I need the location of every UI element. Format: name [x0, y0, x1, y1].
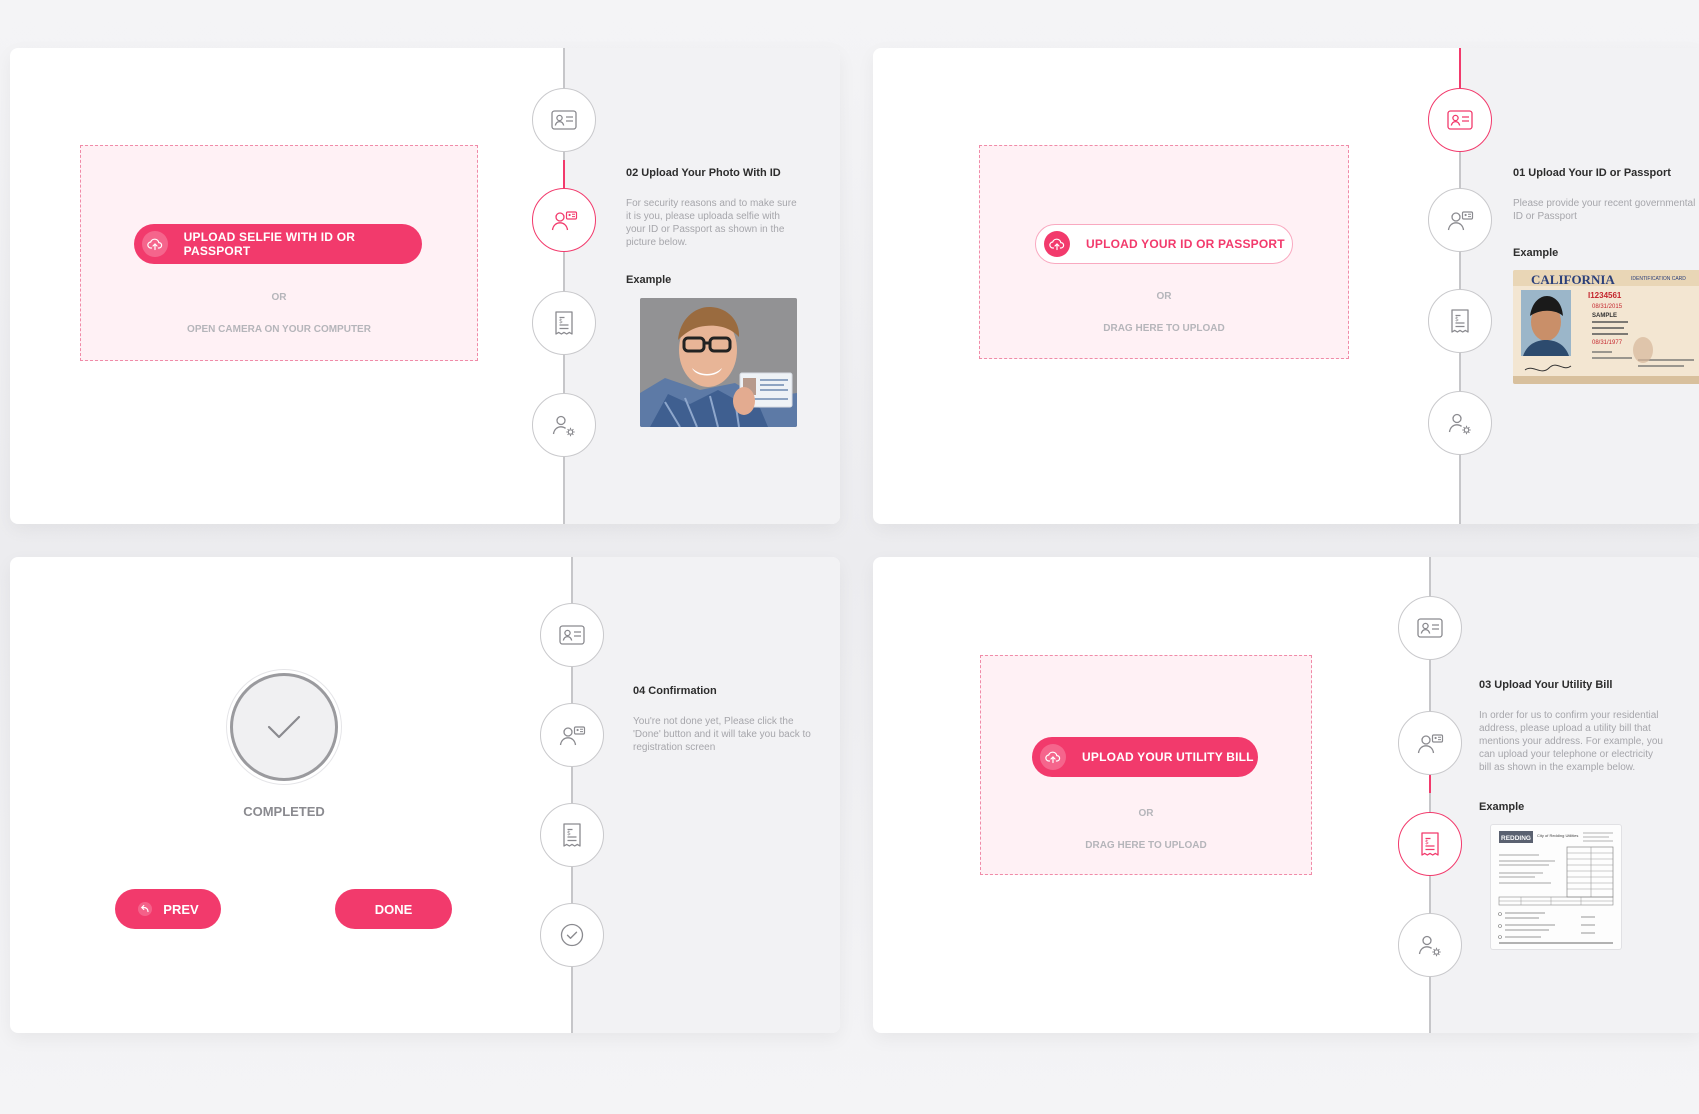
step-title: 03 Upload Your Utility Bill — [1479, 679, 1613, 691]
id-example-image: CALIFORNIA IDENTIFICATION CARD I1234561 … — [1513, 270, 1699, 384]
drag-upload-hint: DRAG HERE TO UPLOAD — [1085, 840, 1207, 851]
step-utility-bill[interactable]: $ — [1398, 812, 1462, 876]
license-name: SAMPLE — [1592, 313, 1617, 319]
user-settings-icon — [552, 415, 575, 437]
step-selfie[interactable] — [540, 703, 604, 767]
cloud-upload-icon — [1044, 231, 1070, 257]
selfie-example-image — [640, 298, 797, 427]
completed-label: COMPLETED — [243, 804, 325, 819]
step-confirmation[interactable] — [540, 903, 604, 967]
step-description: For security reasons and to make sure it… — [626, 198, 797, 248]
example-label: Example — [1513, 247, 1559, 259]
step-description: In order for us to confirm your resident… — [1479, 710, 1663, 773]
step-utility-bill[interactable]: $ — [540, 803, 604, 867]
svg-text:$: $ — [1455, 316, 1459, 323]
step-title: 04 Confirmation — [633, 685, 717, 697]
step-description: Please provide your recent governmental … — [1513, 198, 1696, 222]
steps-sidebar: $ 01 Upload Your ID or Passport Please p… — [1428, 48, 1699, 524]
utility-bill-dropzone[interactable]: UPLOAD YOUR UTILITY BILL OR DRAG HERE TO… — [980, 655, 1312, 875]
license-dob: 08/31/1977 — [1592, 340, 1623, 346]
step-selfie[interactable] — [1428, 188, 1492, 252]
step-description: You're not done yet, Please click the 'D… — [633, 716, 811, 753]
utility-bill-icon: $ — [555, 311, 573, 335]
step-id-card[interactable] — [532, 88, 596, 152]
selfie-with-id-icon — [1447, 211, 1474, 231]
checkmark-icon — [560, 923, 584, 947]
bill-brand: REDDING — [1501, 835, 1531, 842]
step-selfie[interactable] — [532, 188, 596, 252]
or-separator: OR — [1138, 808, 1154, 819]
steps-sidebar: $ 02 Upload Your Photo With ID For secur… — [532, 48, 840, 524]
utility-bill-icon: $ — [1421, 832, 1439, 856]
license-tag: IDENTIFICATION CARD — [1631, 276, 1686, 282]
or-separator: OR — [1156, 291, 1172, 302]
upload-utility-bill-button[interactable]: UPLOAD YOUR UTILITY BILL — [1032, 737, 1258, 777]
example-label: Example — [626, 274, 672, 286]
upload-selfie-button[interactable]: UPLOAD SELFIE WITH ID OR PASSPORT — [134, 224, 422, 264]
utility-bill-example-image: REDDING City of Redding Utilities — [1491, 825, 1621, 949]
done-button[interactable]: DONE — [335, 889, 452, 929]
cloud-upload-icon — [1040, 744, 1066, 770]
step-utility-bill[interactable]: $ — [1428, 289, 1492, 353]
or-separator: OR — [271, 292, 287, 303]
completed-indicator — [230, 673, 338, 781]
confirmation-panel: COMPLETED PREV DONE $ 04 Confirmation Yo… — [10, 557, 840, 1033]
id-upload-panel: UPLOAD YOUR ID OR PASSPORT OR DRAG HERE … — [873, 48, 1699, 524]
step-id-card[interactable] — [1398, 596, 1462, 660]
checkmark-icon — [267, 715, 301, 739]
step-title: 01 Upload Your ID or Passport — [1513, 167, 1671, 179]
steps-sidebar: $ 03 Upload Your Utility Bill In order f… — [1398, 557, 1699, 1033]
prev-button[interactable]: PREV — [115, 889, 221, 929]
prev-label: PREV — [163, 901, 199, 917]
step-id-card[interactable] — [1428, 88, 1492, 152]
step-user-settings[interactable] — [1428, 391, 1492, 455]
drag-upload-hint: DRAG HERE TO UPLOAD — [1103, 323, 1225, 334]
utility-bill-panel: UPLOAD YOUR UTILITY BILL OR DRAG HERE TO… — [873, 557, 1699, 1033]
upload-id-button[interactable]: UPLOAD YOUR ID OR PASSPORT — [1035, 224, 1293, 264]
utility-bill-icon: $ — [1451, 309, 1469, 333]
id-card-icon — [1417, 618, 1443, 638]
upload-id-label: UPLOAD YOUR ID OR PASSPORT — [1086, 237, 1285, 251]
id-card-icon — [551, 110, 577, 130]
selfie-with-id-icon — [559, 726, 586, 746]
step-title: 02 Upload Your Photo With ID — [626, 167, 781, 179]
step-user-settings[interactable] — [532, 393, 596, 457]
selfie-dropzone[interactable]: UPLOAD SELFIE WITH ID OR PASSPORT OR OPE… — [80, 145, 478, 361]
step-user-settings[interactable] — [1398, 913, 1462, 977]
id-dropzone[interactable]: UPLOAD YOUR ID OR PASSPORT OR DRAG HERE … — [979, 145, 1349, 359]
cloud-upload-icon — [142, 231, 168, 257]
utility-bill-icon: $ — [563, 823, 581, 847]
step-id-card[interactable] — [540, 603, 604, 667]
svg-text:$: $ — [567, 830, 571, 837]
svg-text:$: $ — [559, 318, 563, 325]
upload-selfie-label: UPLOAD SELFIE WITH ID OR PASSPORT — [183, 230, 356, 258]
selfie-upload-panel: UPLOAD SELFIE WITH ID OR PASSPORT OR OPE… — [10, 48, 840, 524]
open-camera-link[interactable]: OPEN CAMERA ON YOUR COMPUTER — [81, 324, 477, 335]
done-label: DONE — [374, 901, 413, 917]
bill-heading: City of Redding Utilities — [1537, 833, 1578, 838]
step-selfie[interactable] — [1398, 711, 1462, 775]
svg-text:$: $ — [1425, 839, 1429, 846]
selfie-with-id-icon — [1417, 734, 1444, 754]
user-settings-icon — [1418, 935, 1441, 957]
license-exp: 08/31/2015 — [1592, 304, 1623, 310]
user-settings-icon — [1448, 413, 1471, 435]
license-state: CALIFORNIA — [1531, 272, 1615, 287]
example-label: Example — [1479, 801, 1525, 813]
id-card-icon — [1447, 110, 1473, 130]
back-arrow-icon — [138, 902, 153, 916]
license-number: I1234561 — [1588, 291, 1622, 300]
upload-utility-bill-label: UPLOAD YOUR UTILITY BILL — [1082, 750, 1254, 764]
selfie-with-id-icon — [551, 211, 578, 231]
steps-sidebar: $ 04 Confirmation You're not done yet, P… — [540, 557, 840, 1033]
step-utility-bill[interactable]: $ — [532, 291, 596, 355]
id-card-icon — [559, 625, 585, 645]
